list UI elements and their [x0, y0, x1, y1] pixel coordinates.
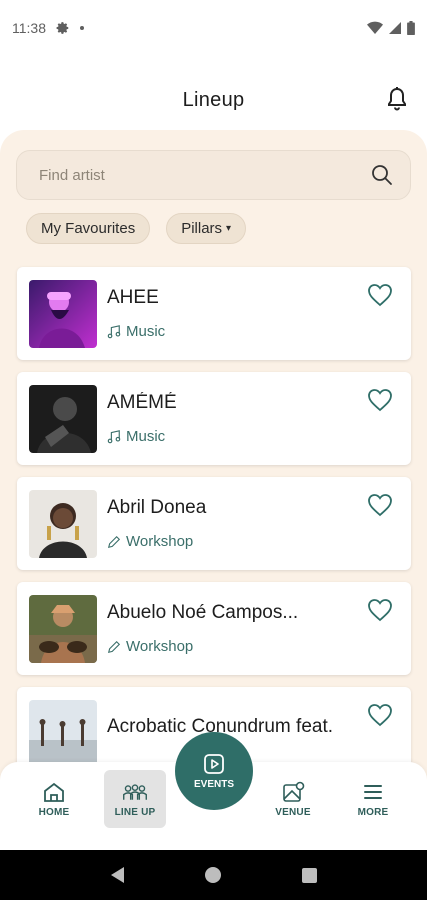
artist-photo [29, 384, 97, 453]
favourite-heart-icon[interactable] [367, 493, 393, 517]
caret-down-icon: ▾ [226, 223, 232, 234]
pencil-icon [107, 640, 121, 653]
nav-events-button[interactable]: EVENTS [175, 732, 253, 810]
page-title: Lineup [182, 88, 245, 111]
pillar-tag: Music [107, 323, 399, 340]
favourite-heart-icon[interactable] [367, 598, 393, 622]
chip-label: My Favourites [41, 220, 136, 237]
nav-label: EVENTS [193, 778, 234, 790]
artist-card[interactable]: Abuelo Noé Campos... Workshop [17, 582, 411, 675]
system-nav-bar [0, 850, 427, 900]
artist-name: Acrobatic Conundrum feat. [107, 715, 334, 737]
artist-name: AMÉMÉ [107, 392, 177, 413]
artist-card[interactable]: AMÉMÉ Music [17, 372, 411, 465]
artist-photo [29, 489, 97, 558]
search-bar[interactable] [16, 150, 411, 200]
nav-lineup[interactable]: LINE UP [104, 770, 166, 828]
artist-name: AHEE [107, 287, 159, 308]
search-input[interactable] [39, 166, 370, 184]
recent-apps-icon[interactable] [301, 867, 317, 883]
home-icon [44, 782, 64, 802]
status-bar: 11:38 [0, 0, 427, 56]
bell-icon[interactable] [385, 86, 409, 112]
back-icon[interactable] [110, 867, 124, 883]
battery-icon [407, 21, 415, 35]
artist-photo [29, 594, 97, 663]
music-note-icon [107, 429, 121, 443]
wifi-icon [367, 21, 383, 34]
pillar-label: Workshop [126, 533, 194, 550]
filter-chips: My Favourites Pillars ▾ [26, 213, 247, 244]
play-square-icon [204, 753, 224, 774]
artist-card[interactable]: AHEE Music [17, 267, 411, 360]
app-header: Lineup [0, 70, 427, 130]
pillar-tag: Music [107, 428, 399, 445]
chip-pillars-dropdown[interactable]: Pillars ▾ [166, 213, 247, 244]
pillar-tag: Workshop [107, 533, 399, 550]
nav-label: LINE UP [114, 806, 156, 818]
nav-label: VENUE [275, 806, 311, 818]
people-group-icon [123, 783, 147, 800]
notification-dot-icon [80, 26, 84, 30]
pillar-label: Workshop [126, 638, 194, 655]
nav-label: MORE [357, 806, 389, 818]
favourite-heart-icon[interactable] [367, 703, 393, 727]
chip-my-favourites[interactable]: My Favourites [26, 213, 151, 244]
settings-gear-icon [56, 22, 69, 34]
status-time: 11:38 [12, 20, 46, 36]
nav-more[interactable]: MORE [342, 770, 404, 828]
map-pin-icon [283, 781, 305, 802]
search-icon[interactable] [370, 163, 394, 187]
chip-label: Pillars [181, 220, 223, 237]
artist-photo [29, 699, 97, 768]
bottom-nav: HOME LINE UP EVENTS VENUE MORE [0, 732, 427, 850]
artist-card[interactable]: Abril Donea Workshop [17, 477, 411, 570]
pencil-icon [107, 535, 121, 548]
nav-home[interactable]: HOME [23, 770, 85, 828]
artist-name: Abril Donea [107, 497, 207, 518]
nav-label: HOME [38, 806, 70, 818]
music-note-icon [107, 324, 121, 338]
pillar-label: Music [126, 428, 166, 445]
cell-signal-icon [389, 22, 401, 34]
artist-list: AHEE Music AMÉMÉ Music Abril Donea Works… [17, 267, 411, 792]
pillar-label: Music [126, 323, 166, 340]
home-circle-icon[interactable] [204, 867, 221, 883]
favourite-heart-icon[interactable] [367, 283, 393, 307]
favourite-heart-icon[interactable] [367, 388, 393, 412]
artist-name: Abuelo Noé Campos... [107, 602, 299, 623]
pillar-tag: Workshop [107, 638, 399, 655]
nav-venue[interactable]: VENUE [262, 770, 324, 828]
hamburger-menu-icon [364, 784, 382, 799]
artist-photo [29, 279, 97, 348]
